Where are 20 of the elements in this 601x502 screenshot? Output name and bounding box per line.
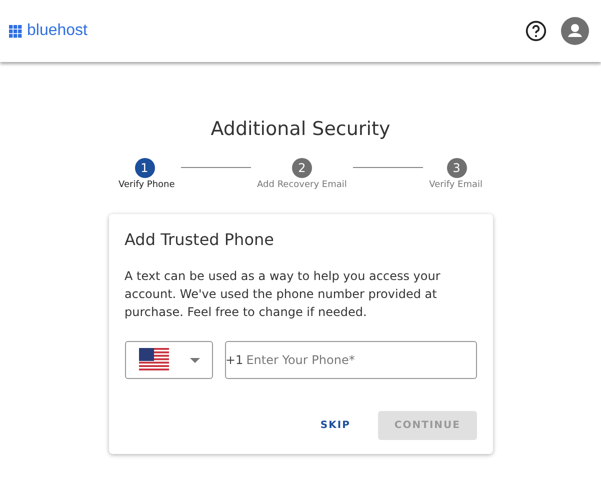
step-label: Verify Email bbox=[429, 180, 483, 190]
country-select[interactable] bbox=[124, 341, 212, 379]
avatar-icon[interactable] bbox=[561, 17, 589, 45]
help-icon[interactable] bbox=[525, 20, 547, 42]
step-number: 1 bbox=[134, 158, 154, 178]
page-title: Additional Security bbox=[210, 118, 390, 140]
phone-input[interactable]: Enter Your Phone* bbox=[243, 353, 476, 367]
caret-icon bbox=[190, 358, 200, 362]
step-number: 3 bbox=[446, 158, 467, 178]
country-code: +1 bbox=[226, 353, 244, 367]
phone-field[interactable]: +1 Enter Your Phone* bbox=[224, 341, 476, 379]
step-label: Verify Phone bbox=[118, 180, 175, 190]
flag-icon bbox=[138, 348, 168, 372]
grid-icon bbox=[9, 24, 22, 38]
card-heading: Add Trusted Phone bbox=[124, 230, 275, 249]
step-number: 2 bbox=[292, 158, 312, 178]
skip-button[interactable]: SKIP bbox=[304, 411, 366, 440]
description: A text can be used as a way to help you access your account. We've used the phone number provided at purchase. Feel free to change if needed. bbox=[124, 268, 442, 321]
step-label: Add Recovery Email bbox=[257, 180, 347, 190]
logo[interactable]: bluehost bbox=[27, 22, 88, 40]
